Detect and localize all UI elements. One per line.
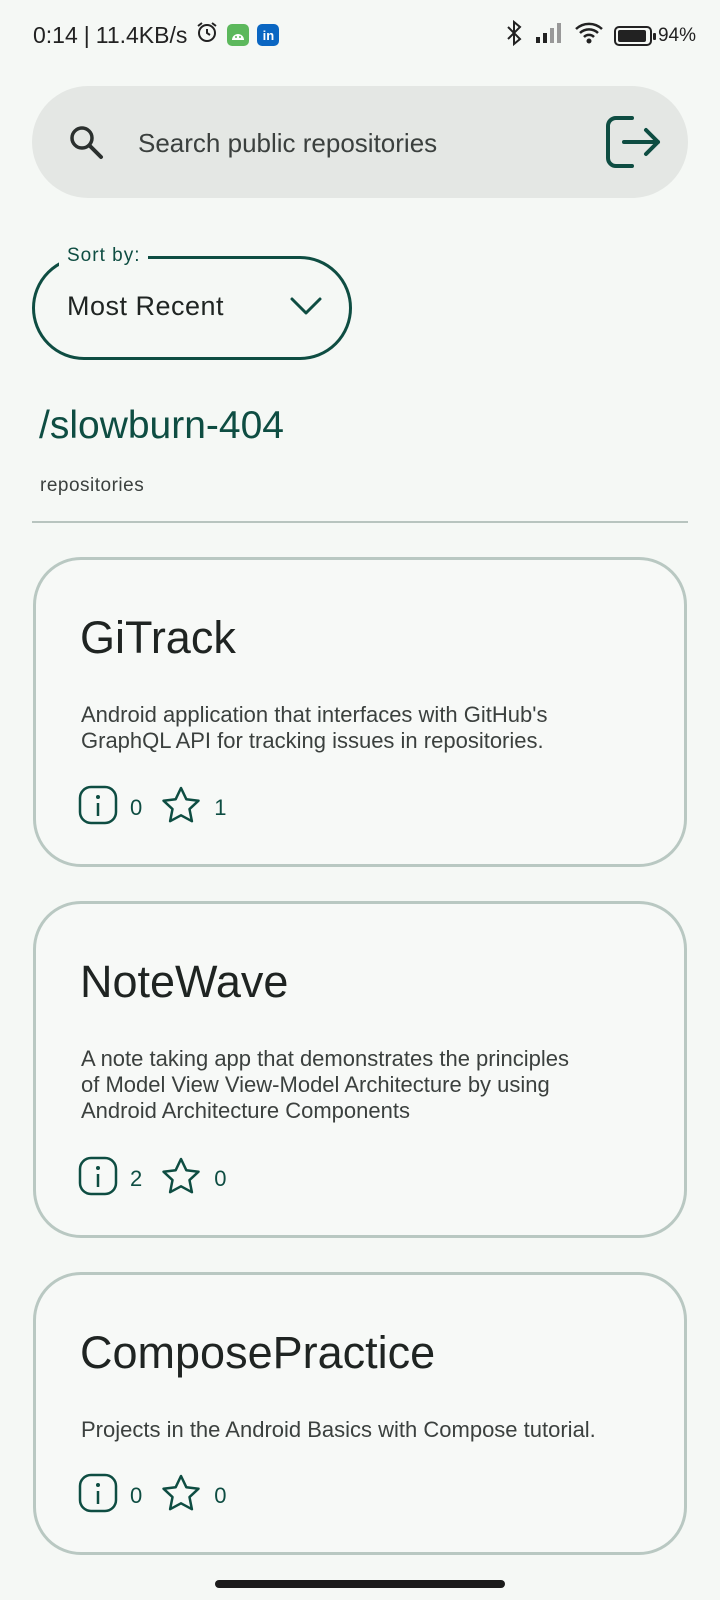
repo-card[interactable]: NoteWave A note taking app that demonstr… [33,901,687,1238]
battery-fill [617,30,647,42]
stars-count: 1 [214,794,227,820]
sort-selected-value: Most Recent [67,291,225,321]
status-bar: 0:14 | 11.4KB/s in 94% [0,0,720,70]
status-network-speed: 11.4KB/s [95,21,188,48]
android-app-icon [227,24,250,46]
repo-stats: 0 1 [78,785,245,830]
repo-description-line: Android application that interfaces with… [81,702,548,727]
search-input[interactable] [136,116,570,170]
repo-card[interactable]: GiTrack Android application that interfa… [33,557,687,867]
battery-percent: 94% [657,25,696,46]
stars-count: 0 [214,1165,227,1191]
repo-stats: 2 0 [78,1156,245,1201]
wifi-icon [574,21,604,51]
repo-name: GiTrack [80,612,236,663]
owner-subtitle: repositories [40,475,145,496]
home-indicator[interactable] [215,1580,505,1588]
repo-description: Projects in the Android Basics with Comp… [81,1417,641,1443]
status-left: 0:14 | 11.4KB/s in [33,20,280,50]
divider [32,521,688,523]
status-right: 94% [494,19,696,52]
sort-label: Sort by: [59,245,149,267]
issues-icon [78,1156,118,1201]
status-separator: | [83,21,90,48]
star-icon [160,1156,202,1201]
repo-description: A note taking app that demonstrates the … [81,1046,641,1124]
logout-icon[interactable] [602,112,662,177]
issues-icon [78,785,118,830]
sort-dropdown[interactable]: Sort by: Most Recent [32,245,352,360]
search-bar[interactable] [32,86,688,198]
battery-icon [613,26,656,46]
alarm-icon [195,20,219,50]
issues-count: 0 [130,794,143,820]
star-icon [160,785,202,830]
repo-description-line: A note taking app that demonstrates the … [81,1046,569,1071]
issues-count: 0 [130,1482,143,1508]
linkedin-icon: in [257,24,280,46]
issues-icon [78,1473,118,1518]
stars-count: 0 [214,1482,227,1508]
repo-description: Android application that interfaces with… [81,702,641,754]
owner-title: /slowburn-404 [39,404,284,447]
repo-description-line: Android Architecture Components [81,1098,410,1123]
status-time: 0:14 [33,21,78,48]
star-icon [160,1473,202,1518]
repo-name: NoteWave [80,956,289,1007]
bluetooth-icon [504,19,524,52]
repo-card[interactable]: ComposePractice Projects in the Android … [33,1272,687,1555]
search-icon[interactable] [68,124,104,165]
repo-stats: 0 0 [78,1473,245,1518]
repo-description-line: of Model View View-Model Architecture by… [81,1072,550,1097]
signal-icon [534,22,564,50]
chevron-down-icon[interactable] [289,295,323,322]
repo-description-line: Projects in the Android Basics with Comp… [81,1417,596,1442]
repo-description-line: GraphQL API for tracking issues in repos… [81,728,544,753]
repo-name: ComposePractice [80,1327,436,1378]
issues-count: 2 [130,1165,143,1191]
